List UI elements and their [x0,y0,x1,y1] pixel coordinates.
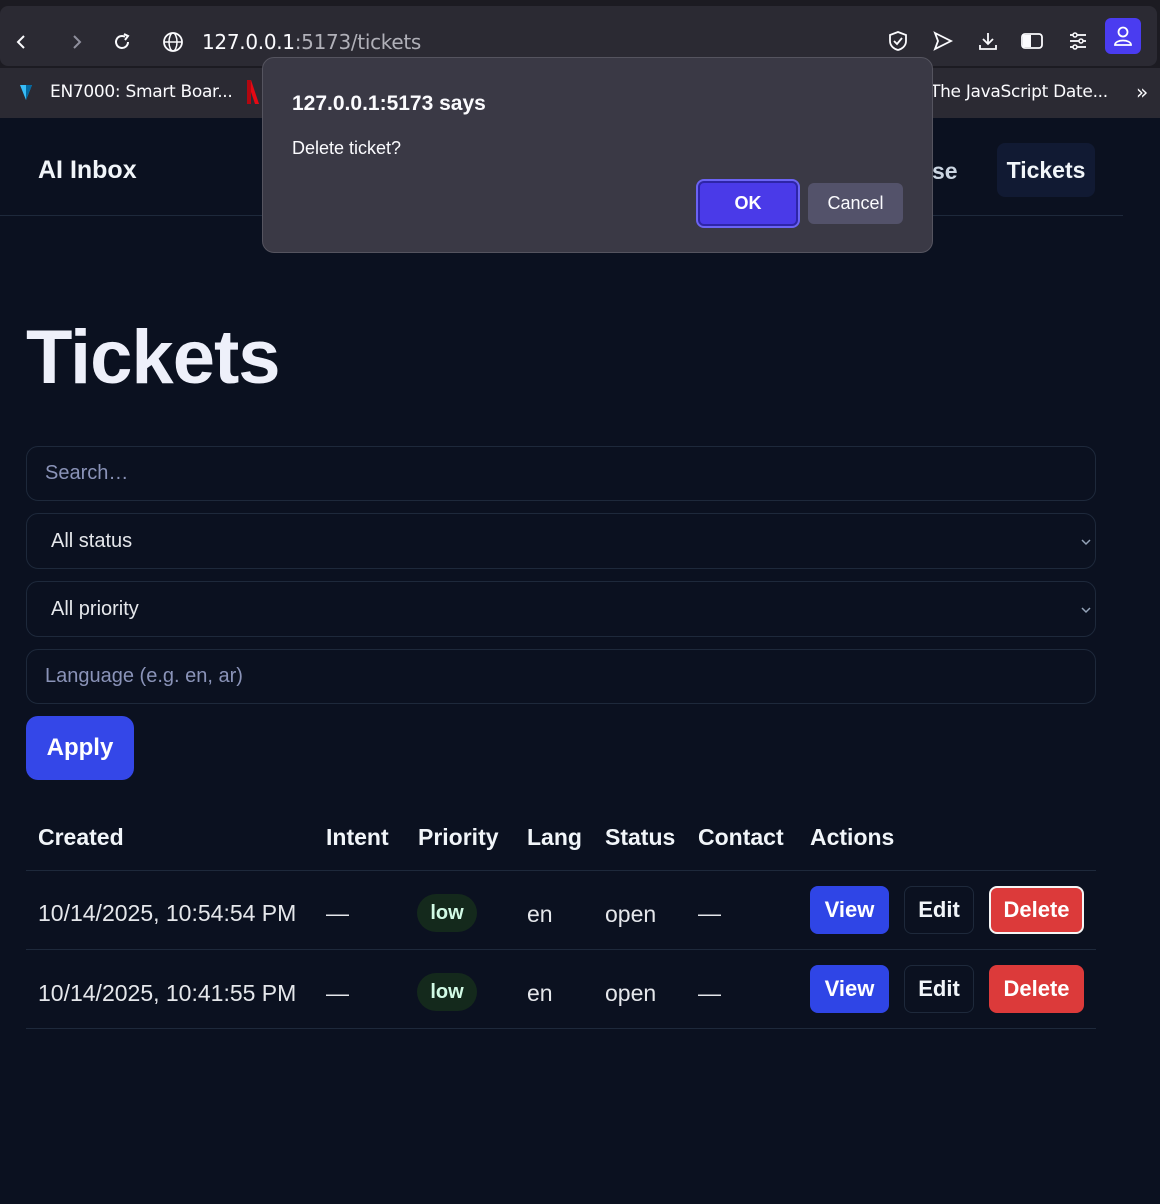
edit-button[interactable]: Edit [904,886,974,934]
cancel-button[interactable]: Cancel [808,183,903,224]
cell-created: 10/14/2025, 10:54:54 PM [38,900,297,926]
url-path: :5173/tickets [294,30,422,54]
status-select-value: All status [51,529,133,552]
cell-contact: — [698,980,721,1006]
column-header-priority: Priority [418,824,499,850]
priority-badge: low [417,973,477,1011]
priority-badge: low [417,894,477,932]
back-icon[interactable] [8,28,36,56]
site-info-icon[interactable] [159,28,187,56]
sidebar-icon[interactable] [1019,28,1045,54]
search-input[interactable]: Search… [26,446,1096,501]
chevron-down-icon [1081,533,1091,549]
url-host: 127.0.0.1 [202,30,295,54]
column-header-created: Created [38,824,124,850]
apply-button[interactable]: Apply [26,716,134,780]
reload-icon[interactable] [108,28,136,56]
nav-link-partial[interactable]: se [932,158,958,185]
column-header-intent: Intent [326,824,389,850]
cell-status: open [605,980,657,1006]
page-title: Tickets [26,315,281,400]
table-divider [26,1028,1096,1029]
dialog-message: Delete ticket? [292,138,402,158]
bookmark-item[interactable]: The JavaScript Date... [930,82,1108,102]
priority-select[interactable]: All priority [26,581,1096,637]
url-text[interactable]: 127.0.0.1:5173/tickets [202,30,421,54]
bookmarks-overflow-icon[interactable]: » [1136,80,1148,104]
column-header-actions: Actions [810,824,895,850]
ok-button[interactable]: OK [696,179,800,228]
netflix-icon[interactable] [246,80,260,109]
language-placeholder: Language (e.g. en, ar) [45,665,243,687]
confirm-dialog: 127.0.0.1:5173 says Delete ticket? OK Ca… [262,57,933,253]
language-input[interactable]: Language (e.g. en, ar) [26,649,1096,704]
bookmark-item[interactable]: EN7000: Smart Boar... [50,82,233,102]
app-logo[interactable]: AI Inbox [38,156,137,185]
column-header-lang: Lang [527,824,582,850]
nav-link-tickets[interactable]: Tickets [997,143,1095,197]
table-divider [26,949,1096,950]
account-avatar-icon[interactable] [1105,18,1141,54]
delete-button[interactable]: Delete [989,886,1084,934]
dialog-title: 127.0.0.1:5173 says [292,92,486,115]
search-placeholder: Search… [45,462,129,484]
shield-icon[interactable] [885,28,911,54]
forward-icon[interactable] [62,28,90,56]
status-select[interactable]: All status [26,513,1096,569]
view-button[interactable]: View [810,965,889,1013]
priority-select-value: All priority [51,597,139,620]
view-button[interactable]: View [810,886,889,934]
cell-lang: en [527,901,553,927]
delete-button[interactable]: Delete [989,965,1084,1013]
column-header-contact: Contact [698,824,784,850]
bookmark-favicon-icon [16,82,36,107]
cell-status: open [605,901,657,927]
table-divider [26,870,1096,871]
cell-created: 10/14/2025, 10:41:55 PM [38,980,297,1006]
edit-button[interactable]: Edit [904,965,974,1013]
app-page: AI Inbox se Tickets Tickets Search… All … [0,118,1160,1204]
cell-intent: — [326,980,349,1006]
cell-contact: — [698,900,721,926]
chevron-down-icon [1081,601,1091,617]
send-icon[interactable] [930,28,956,54]
cell-intent: — [326,900,349,926]
column-header-status: Status [605,824,676,850]
download-icon[interactable] [975,28,1001,54]
cell-lang: en [527,980,553,1006]
menu-icon[interactable] [1065,28,1091,54]
